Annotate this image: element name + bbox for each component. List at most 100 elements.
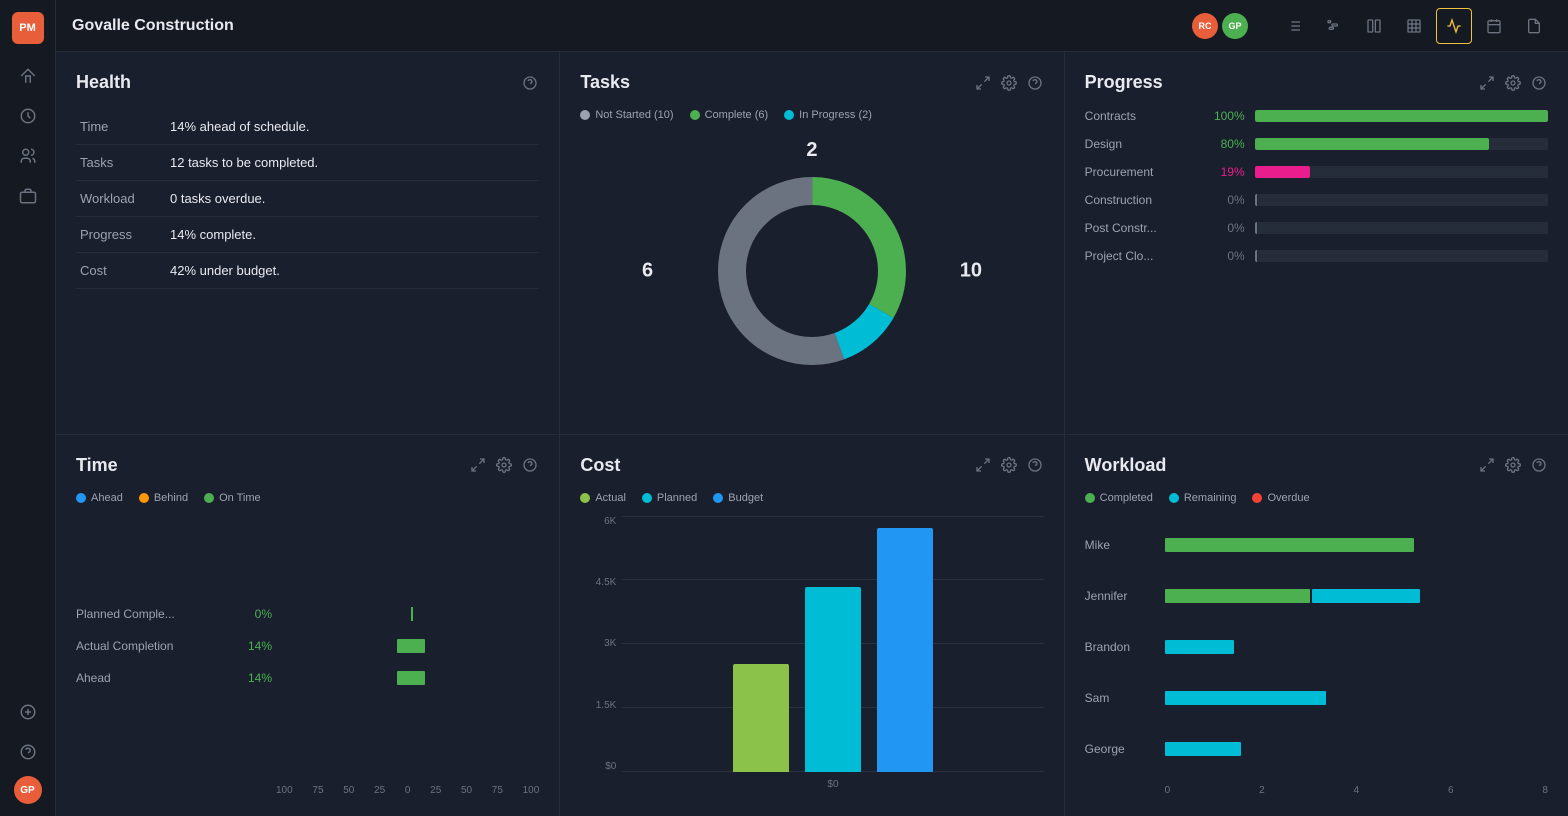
workload-panel-header: Workload — [1085, 455, 1548, 476]
health-row-workload: Workload 0 tasks overdue. — [76, 181, 539, 217]
progress-help-icon[interactable] — [1530, 74, 1548, 92]
health-value-progress: 14% complete. — [166, 217, 539, 253]
sidebar-item-clock[interactable] — [12, 100, 44, 132]
app-logo[interactable]: PM — [12, 12, 44, 44]
time-label-actual: Actual Completion — [76, 639, 226, 653]
progress-rows: Contracts 100% Design 80% Procuremen — [1085, 109, 1548, 414]
progress-label-design: Design — [1085, 137, 1195, 151]
time-label-ahead: Ahead — [76, 671, 226, 685]
donut-label-left: 6 — [642, 260, 653, 283]
progress-label-contracts: Contracts — [1085, 109, 1195, 123]
board-view-button[interactable] — [1356, 8, 1392, 44]
cost-x-axis: $0 — [622, 772, 1043, 796]
cost-bar-actual — [733, 664, 789, 772]
progress-row-design: Design 80% — [1085, 137, 1548, 151]
wl-bars-george — [1165, 742, 1548, 756]
pulse-view-button[interactable] — [1436, 8, 1472, 44]
cost-actions — [974, 456, 1044, 474]
time-label-planned: Planned Comple... — [76, 607, 226, 621]
progress-row-contracts: Contracts 100% — [1085, 109, 1548, 123]
cost-expand-icon[interactable] — [974, 456, 992, 474]
time-x-axis: 100 75 50 25 0 25 50 75 100 — [76, 785, 539, 796]
time-bar-actual — [282, 639, 539, 653]
tasks-panel: Tasks Not Started (10) — [560, 52, 1063, 434]
health-help-icon[interactable] — [521, 74, 539, 92]
progress-pct-procurement: 19% — [1205, 165, 1245, 179]
progress-row-construction: Construction 0% — [1085, 193, 1548, 207]
tasks-actions — [974, 74, 1044, 92]
sidebar-item-portfolio[interactable] — [12, 180, 44, 212]
health-row-progress: Progress 14% complete. — [76, 217, 539, 253]
wl-bar-sam-remaining — [1165, 691, 1326, 705]
progress-settings-icon[interactable] — [1504, 74, 1522, 92]
cost-settings-icon[interactable] — [1000, 456, 1018, 474]
legend-in-progress: In Progress (2) — [784, 109, 872, 121]
workload-expand-icon[interactable] — [1478, 456, 1496, 474]
dashboard: Health Time 14% ahead of schedule. Tasks… — [56, 52, 1568, 816]
progress-label-project-clo: Project Clo... — [1085, 249, 1195, 263]
workload-x-axis: 0 2 4 6 8 — [1085, 785, 1548, 796]
progress-expand-icon[interactable] — [1478, 74, 1496, 92]
workload-rows: Mike Jennifer — [1085, 520, 1548, 776]
tasks-panel-header: Tasks — [580, 72, 1043, 93]
progress-pct-design: 80% — [1205, 137, 1245, 151]
time-expand-icon[interactable] — [469, 456, 487, 474]
page-title: Govalle Construction — [72, 17, 1180, 35]
health-value-tasks: 12 tasks to be completed. — [166, 145, 539, 181]
wl-row-brandon: Brandon — [1085, 640, 1548, 654]
wl-row-george: George — [1085, 742, 1548, 756]
cost-bar-budget — [877, 528, 933, 772]
gantt-view-button[interactable] — [1316, 8, 1352, 44]
tasks-donut-chart: 6 10 2 — [580, 129, 1043, 414]
time-row-planned: Planned Comple... 0% — [76, 607, 539, 621]
wl-bar-brandon-remaining — [1165, 640, 1234, 654]
wl-label-jennifer: Jennifer — [1085, 589, 1155, 603]
tasks-title: Tasks — [580, 72, 630, 93]
calendar-view-button[interactable] — [1476, 8, 1512, 44]
avatar-rc: RC — [1192, 13, 1218, 39]
time-row-ahead: Ahead 14% — [76, 671, 539, 685]
progress-row-project-clo: Project Clo... 0% — [1085, 249, 1548, 263]
legend-remaining: Remaining — [1169, 492, 1237, 504]
tasks-settings-icon[interactable] — [1000, 74, 1018, 92]
table-view-button[interactable] — [1396, 8, 1432, 44]
avatar-gp: GP — [1222, 13, 1248, 39]
tasks-expand-icon[interactable] — [974, 74, 992, 92]
sidebar-item-people[interactable] — [12, 140, 44, 172]
workload-chart: Mike Jennifer — [1085, 520, 1548, 797]
workload-legend: Completed Remaining Overdue — [1085, 492, 1548, 504]
tasks-help-icon[interactable] — [1026, 74, 1044, 92]
workload-settings-icon[interactable] — [1504, 456, 1522, 474]
progress-bar-project-clo — [1255, 250, 1548, 262]
time-pct-planned: 0% — [236, 607, 272, 621]
health-label-progress: Progress — [76, 217, 166, 253]
sidebar-item-add[interactable] — [12, 696, 44, 728]
time-settings-icon[interactable] — [495, 456, 513, 474]
cost-bars — [622, 516, 1043, 773]
progress-label-construction: Construction — [1085, 193, 1195, 207]
cost-title: Cost — [580, 455, 620, 476]
user-avatar[interactable]: GP — [14, 776, 42, 804]
progress-label-post-constr: Post Constr... — [1085, 221, 1195, 235]
time-help-icon[interactable] — [521, 456, 539, 474]
sidebar-item-home[interactable] — [12, 60, 44, 92]
workload-title: Workload — [1085, 455, 1167, 476]
progress-bar-post-constr — [1255, 222, 1548, 234]
progress-pct-post-constr: 0% — [1205, 221, 1245, 235]
wl-bar-george-remaining — [1165, 742, 1242, 756]
health-actions — [521, 74, 539, 92]
cost-help-icon[interactable] — [1026, 456, 1044, 474]
docs-view-button[interactable] — [1516, 8, 1552, 44]
legend-on-time: On Time — [204, 492, 261, 504]
list-view-button[interactable] — [1276, 8, 1312, 44]
legend-not-started: Not Started (10) — [580, 109, 673, 121]
sidebar-item-help[interactable] — [12, 736, 44, 768]
progress-bar-procurement — [1255, 166, 1548, 178]
progress-row-post-constr: Post Constr... 0% — [1085, 221, 1548, 235]
wl-bars-brandon — [1165, 640, 1548, 654]
progress-title: Progress — [1085, 72, 1163, 93]
workload-help-icon[interactable] — [1530, 456, 1548, 474]
health-label-workload: Workload — [76, 181, 166, 217]
health-row-time: Time 14% ahead of schedule. — [76, 109, 539, 145]
health-value-time: 14% ahead of schedule. — [166, 109, 539, 145]
